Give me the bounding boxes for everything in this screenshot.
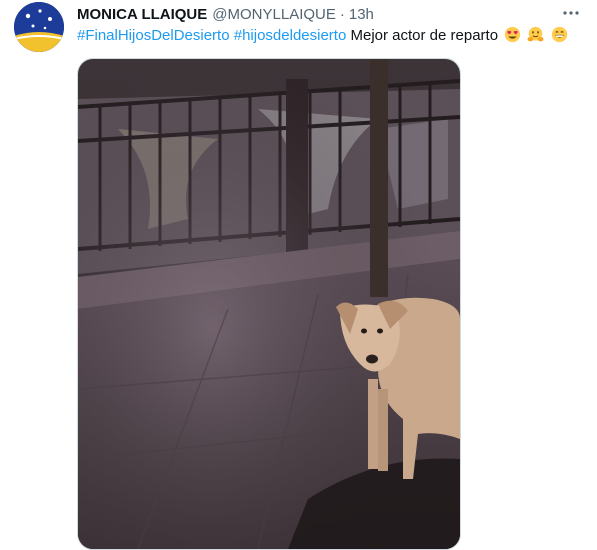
tweet-media-video[interactable] (77, 58, 461, 550)
heart-eyes-emoji-icon (505, 26, 521, 43)
tweet[interactable]: MONICA LLAIQUE @MONYLLAIQUE · 13h #Final… (0, 0, 597, 550)
more-options-icon (563, 11, 579, 15)
hugging-face-emoji-icon (527, 26, 544, 42)
dog-on-sidewalk-image (78, 59, 460, 549)
tweet-timestamp[interactable]: 13h (349, 6, 374, 23)
author-avatar[interactable] (14, 2, 64, 52)
tweet-body-text: Mejor actor de reparto (350, 27, 499, 44)
tweet-text: #FinalHijosDelDesierto #hijosdeldesierto… (77, 26, 587, 46)
hashtag-link[interactable]: #FinalHijosDelDesierto (77, 27, 230, 44)
grinning-face-emoji-icon (551, 26, 567, 43)
author-display-name[interactable]: MONICA LLAIQUE (77, 6, 207, 23)
flag-avatar-icon (14, 2, 64, 52)
tweet-header: MONICA LLAIQUE @MONYLLAIQUE · 13h (77, 4, 567, 24)
header-separator: · (339, 5, 345, 23)
hashtag-link[interactable]: #hijosdeldesierto (234, 27, 347, 44)
author-handle[interactable]: @MONYLLAIQUE (212, 6, 336, 23)
more-options-button[interactable] (561, 4, 581, 22)
